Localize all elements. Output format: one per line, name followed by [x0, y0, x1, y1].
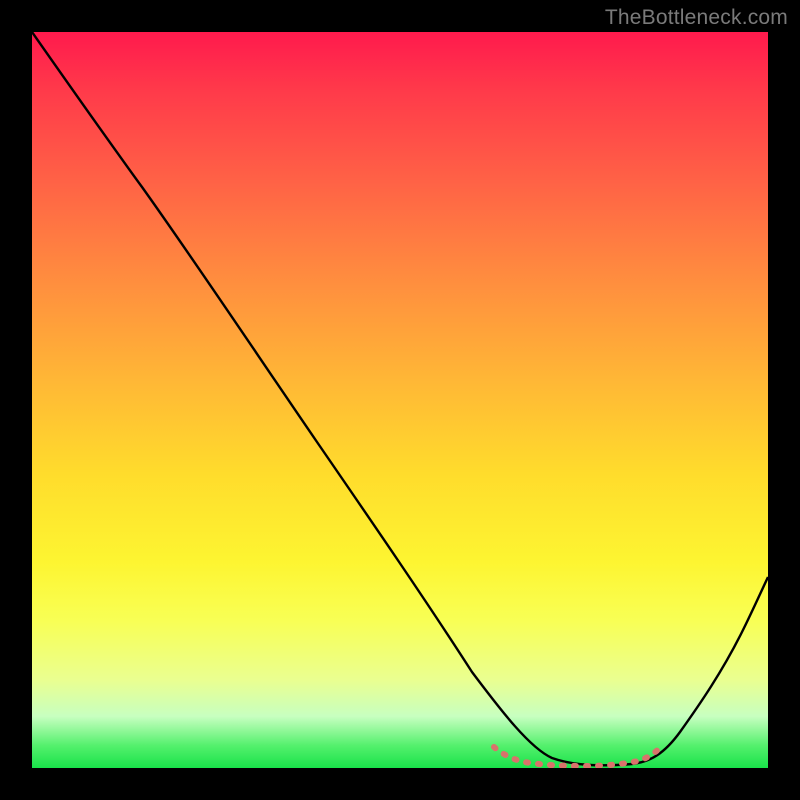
chart-frame: TheBottleneck.com [0, 0, 800, 800]
chart-svg [32, 32, 768, 768]
watermark-text: TheBottleneck.com [605, 6, 788, 30]
bottleneck-curve [32, 32, 768, 765]
plot-area [32, 32, 768, 768]
